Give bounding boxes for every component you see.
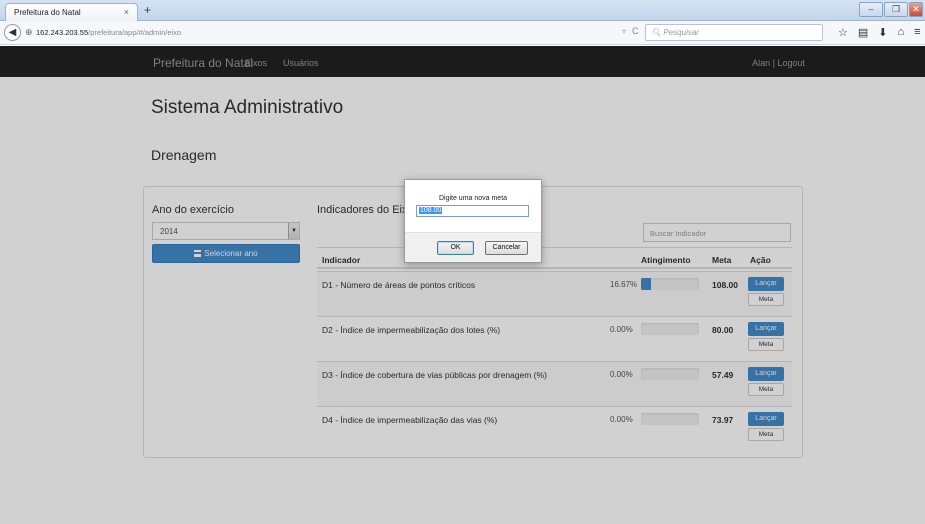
- browser-navbar: ◀ ⊕ 162.243.203.55/prefeitura/app/#/admi…: [0, 21, 925, 45]
- new-meta-input[interactable]: 108.00: [416, 205, 529, 217]
- browser-search-input[interactable]: 🔍︎ Pesquisar: [645, 24, 823, 41]
- dialog-body: Digite uma nova meta 108.00: [405, 180, 541, 232]
- close-window-icon[interactable]: ✕: [909, 2, 923, 17]
- modal-backdrop: [0, 46, 925, 524]
- tab-title: Prefeitura do Natal: [14, 8, 81, 17]
- url-dropdown-icon[interactable]: ▿: [622, 27, 626, 36]
- site-identity-icon[interactable]: ⊕: [25, 27, 33, 38]
- back-icon[interactable]: ◀: [4, 24, 21, 41]
- browser-search-placeholder: Pesquisar: [663, 28, 699, 37]
- url-host: 162.243.203.55: [36, 28, 89, 37]
- window-controls: – ❐ ✕: [859, 2, 923, 17]
- menu-icon[interactable]: ≡: [914, 26, 920, 39]
- cancel-button[interactable]: Cancelar: [485, 241, 528, 255]
- dialog-footer: OK Cancelar: [405, 232, 541, 262]
- browser-toolbar: ☆ ▤ ⬇ ⌂ ≡: [838, 26, 921, 39]
- maximize-icon[interactable]: ❐: [884, 2, 908, 17]
- home-icon[interactable]: ⌂: [898, 26, 905, 39]
- dialog-message: Digite uma nova meta: [438, 195, 508, 202]
- download-icon[interactable]: ⬇: [878, 26, 887, 39]
- page: Prefeitura do Natal Eixos Usuários Alan …: [0, 46, 925, 524]
- search-icon: 🔍︎: [651, 28, 664, 37]
- minimize-icon[interactable]: –: [859, 2, 883, 17]
- bookmarks-icon[interactable]: ▤: [858, 26, 868, 39]
- new-meta-value: 108.00: [419, 207, 443, 214]
- prompt-dialog: Digite uma nova meta 108.00 OK Cancelar: [404, 179, 542, 263]
- new-tab-icon[interactable]: +: [144, 3, 151, 17]
- url-path: /prefeitura/app/#/admin/eixo: [88, 28, 182, 37]
- browser-tab[interactable]: Prefeitura do Natal ×: [5, 3, 138, 21]
- star-icon[interactable]: ☆: [838, 26, 848, 39]
- tab-close-icon[interactable]: ×: [124, 7, 129, 17]
- ok-button[interactable]: OK: [437, 241, 474, 255]
- browser-titlebar: Prefeitura do Natal × + – ❐ ✕: [0, 0, 925, 21]
- reload-icon[interactable]: C: [632, 26, 639, 36]
- address-bar[interactable]: 162.243.203.55/prefeitura/app/#/admin/ei…: [36, 28, 181, 37]
